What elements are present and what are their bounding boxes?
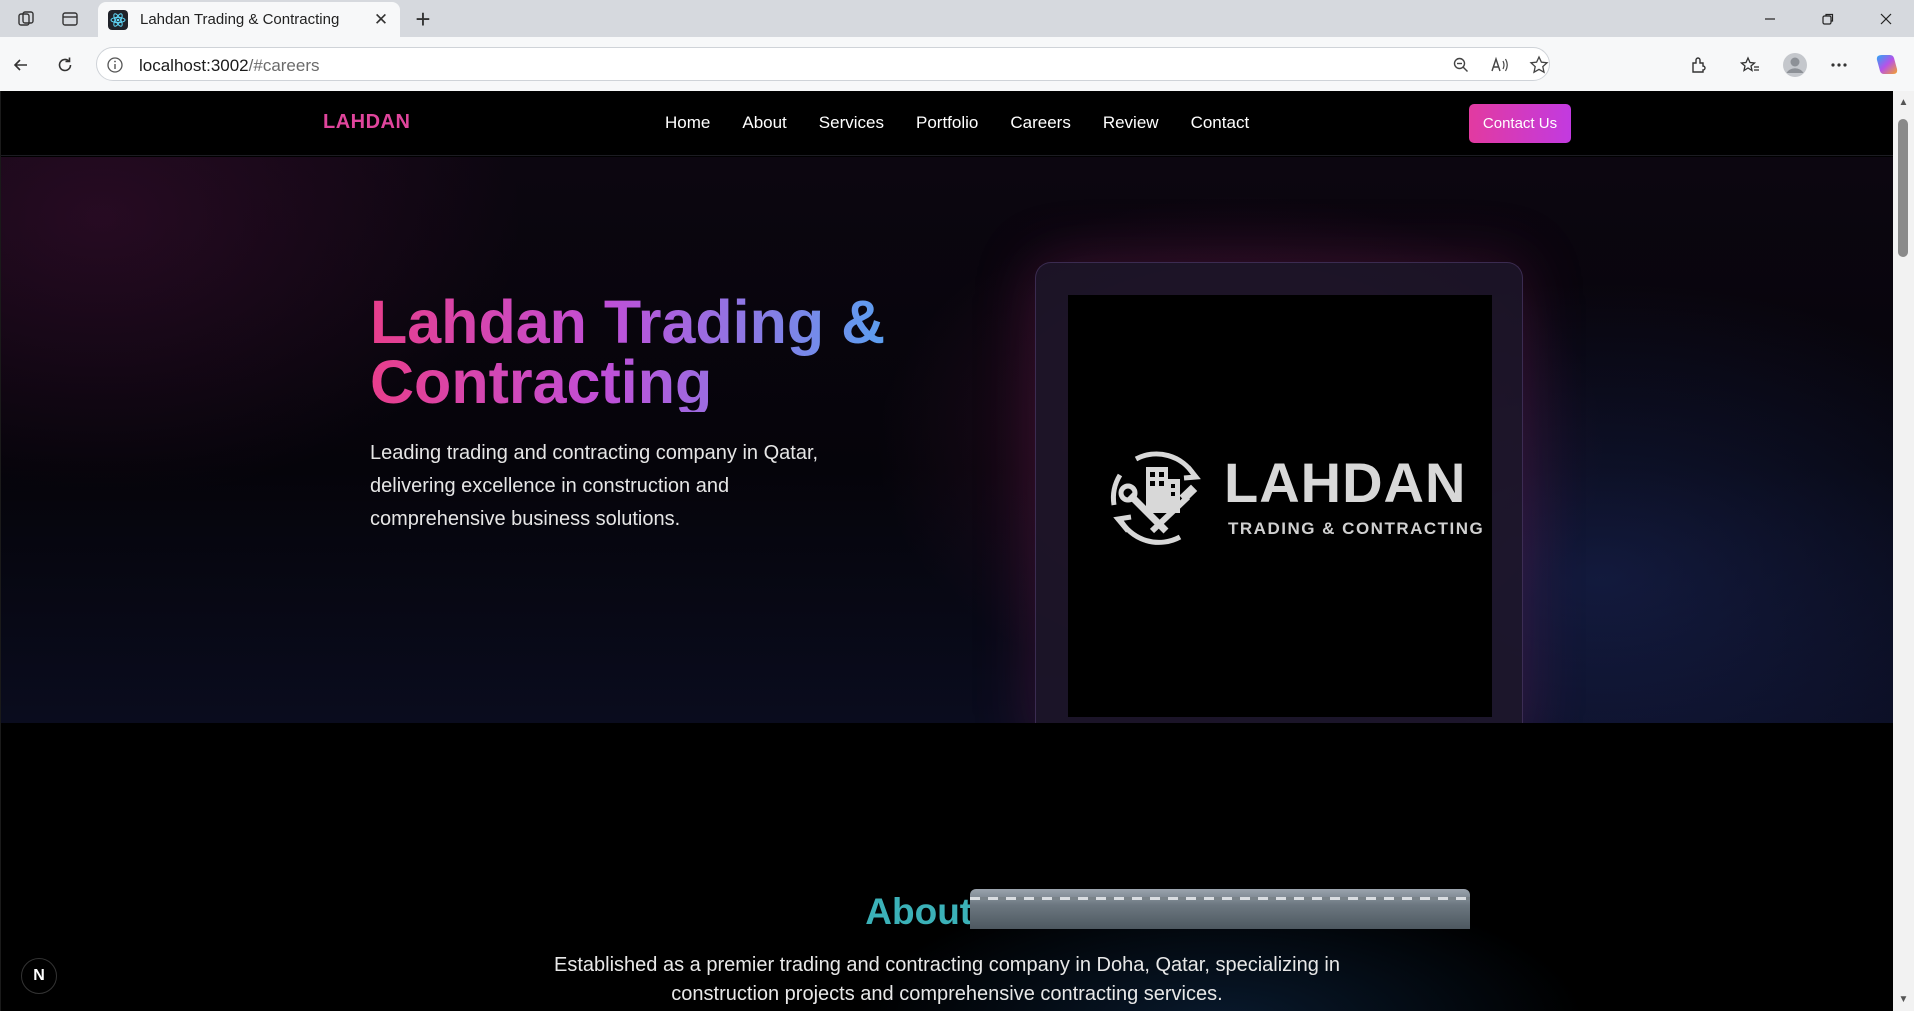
- nav-link-portfolio[interactable]: Portfolio: [916, 113, 978, 133]
- tab-title: Lahdan Trading & Contracting: [140, 11, 340, 28]
- restore-icon[interactable]: [1800, 0, 1856, 37]
- scroll-down-arrow-icon[interactable]: ▼: [1898, 994, 1909, 1005]
- close-tab-icon[interactable]: ✕: [370, 9, 392, 31]
- page-viewport: LAHDAN Home About Services Portfolio Car…: [0, 91, 1914, 1011]
- tab-strip: Lahdan Trading & Contracting ✕ +: [0, 0, 1914, 37]
- scrollbar-thumb[interactable]: [1898, 119, 1908, 257]
- close-window-icon[interactable]: [1858, 0, 1914, 37]
- extensions-icon[interactable]: [1684, 50, 1714, 80]
- workspaces-icon[interactable]: [12, 6, 40, 32]
- page-scrollbar[interactable]: ▲ ▼: [1893, 91, 1914, 1011]
- react-favicon-icon: [108, 9, 128, 30]
- nav-link-home[interactable]: Home: [665, 113, 710, 133]
- about-text: Established as a premier trading and con…: [554, 954, 1340, 1005]
- scroll-up-arrow-icon[interactable]: ▲: [1898, 97, 1909, 108]
- nav-link-about[interactable]: About: [742, 113, 786, 133]
- about-title: About Us: [865, 891, 1030, 932]
- hero-section: Lahdan Trading & Contracting Leading tra…: [1, 157, 1894, 748]
- building-tools-emblem-icon: [1110, 451, 1201, 545]
- minimize-icon[interactable]: [1742, 0, 1798, 37]
- hero-subtitle: Leading trading and contracting company …: [370, 442, 819, 530]
- read-aloud-icon[interactable]: [1489, 54, 1511, 76]
- favorite-star-icon[interactable]: [1528, 54, 1550, 76]
- copilot-icon[interactable]: [1872, 50, 1902, 80]
- back-icon[interactable]: [6, 50, 36, 80]
- logo-card: LAHDAN TRADING & CONTRACTING: [1035, 262, 1523, 748]
- nav-link-services[interactable]: Services: [819, 113, 884, 133]
- about-photo: [970, 889, 1470, 929]
- site-navbar: LAHDAN Home About Services Portfolio Car…: [1, 91, 1894, 156]
- url-host: localhost:3002: [139, 56, 249, 75]
- new-tab-icon[interactable]: +: [408, 4, 438, 34]
- nav-links: Home About Services Portfolio Careers Re…: [665, 113, 1281, 133]
- brand-logo-text[interactable]: LAHDAN: [323, 111, 410, 134]
- nav-link-review[interactable]: Review: [1103, 113, 1159, 133]
- favorites-icon[interactable]: [1735, 50, 1765, 80]
- contact-us-button[interactable]: Contact Us: [1469, 104, 1571, 143]
- url-path: /#careers: [248, 56, 320, 75]
- logo-tagline: TRADING & CONTRACTING: [1228, 519, 1485, 538]
- address-bar[interactable]: localhost:3002/#careers: [96, 47, 1550, 81]
- logo-wordmark: LAHDAN: [1224, 451, 1467, 514]
- nav-link-careers[interactable]: Careers: [1010, 113, 1070, 133]
- zoom-icon[interactable]: [1450, 54, 1472, 76]
- site-info-icon[interactable]: [105, 55, 125, 75]
- nav-link-contact[interactable]: Contact: [1191, 113, 1250, 133]
- url-text[interactable]: localhost:3002/#careers: [139, 56, 320, 76]
- company-logo-image: LAHDAN TRADING & CONTRACTING: [1068, 295, 1492, 717]
- browser-window: Lahdan Trading & Contracting ✕ + localho…: [0, 0, 1914, 1011]
- profile-avatar-icon[interactable]: [1780, 50, 1810, 80]
- about-section: About Us Established as a premier tradin…: [1, 723, 1894, 1011]
- more-options-icon[interactable]: [1824, 50, 1854, 80]
- reload-icon[interactable]: [50, 50, 80, 80]
- hero-title: Lahdan Trading & Contracting: [370, 292, 890, 413]
- vertical-tabs-icon[interactable]: [56, 6, 84, 32]
- tab-active[interactable]: Lahdan Trading & Contracting ✕: [98, 2, 400, 37]
- browser-toolbar: localhost:3002/#careers: [0, 37, 1914, 91]
- nextjs-dev-badge[interactable]: N: [21, 958, 57, 994]
